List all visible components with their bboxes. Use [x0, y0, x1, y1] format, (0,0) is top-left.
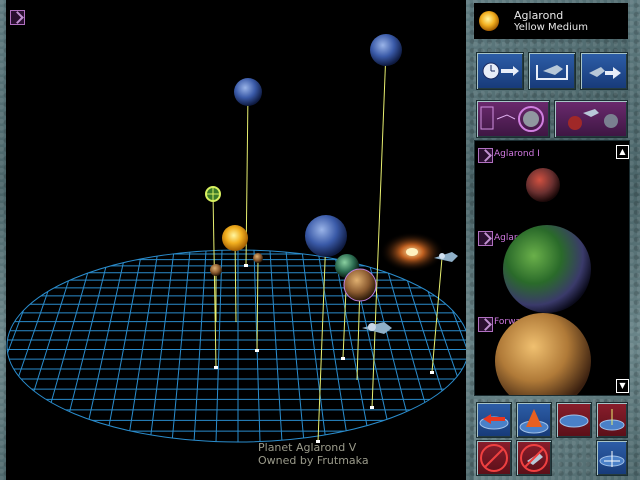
star-aglarond[interactable]	[222, 225, 248, 251]
system-3d-view[interactable]	[6, 0, 466, 480]
grid-line	[269, 250, 283, 442]
center-grid-icon	[599, 451, 625, 467]
grid-line	[171, 250, 191, 442]
frame-right	[630, 0, 640, 480]
coordinate-grid	[7, 250, 466, 442]
grid-axis-button[interactable]	[596, 402, 628, 438]
list-nav-icon-2[interactable]	[478, 231, 493, 246]
grid-line	[7, 250, 63, 442]
center-grid-button[interactable]	[596, 440, 628, 476]
grid-line	[193, 250, 207, 442]
clock-arrow-icon	[482, 62, 519, 80]
grid-line	[215, 250, 223, 442]
planet-blue-large[interactable]	[305, 215, 347, 257]
planet-blue-high[interactable]	[370, 34, 402, 66]
planet-aglarond-v[interactable]	[343, 268, 377, 302]
planet-small-brown[interactable]	[253, 253, 263, 263]
planet-thumb-forward-station[interactable]	[493, 309, 593, 396]
planet-thumb-aglarond-i[interactable]	[525, 167, 561, 203]
hide-fleets-button[interactable]	[516, 440, 552, 476]
galaxy-nebula	[380, 232, 444, 272]
fleet-arrow-icon	[589, 67, 621, 79]
planet-thumb-aglarond-iii[interactable]	[495, 225, 591, 315]
yellow-star-icon	[479, 11, 499, 31]
planet-small-left[interactable]	[210, 264, 222, 276]
grid-view-button[interactable]	[556, 402, 592, 438]
grid-line	[105, 250, 143, 442]
view-menu-icon[interactable]	[10, 10, 25, 25]
no-fleet-icon	[520, 444, 548, 472]
star-name: Aglarond	[514, 9, 564, 22]
system-map	[6, 34, 466, 443]
grid-line	[445, 250, 466, 442]
planet-list[interactable]: Aglarond I Aglarond III Forward Station …	[474, 140, 630, 396]
grid-line	[285, 250, 305, 442]
list-scroll-down-button[interactable]: ▼	[616, 379, 629, 393]
list-item-label[interactable]: Aglarond I	[494, 149, 540, 159]
grid-line	[83, 250, 127, 442]
list-scroll-up-button[interactable]: ▲	[616, 145, 629, 159]
caption-planet: Planet Aglarond V	[258, 441, 357, 454]
tilt-up-icon	[519, 409, 549, 434]
time-advance-button[interactable]	[476, 52, 524, 90]
planet-blue-mid[interactable]	[234, 78, 262, 106]
ship-transfer-button[interactable]	[528, 52, 576, 90]
grid-axis-icon	[599, 409, 625, 431]
hide-routes-button[interactable]	[476, 440, 512, 476]
grid-line	[429, 250, 466, 442]
rotate-left-button[interactable]	[476, 402, 512, 438]
grid-line	[397, 250, 459, 442]
star-route-button[interactable]	[476, 100, 550, 138]
fleet-launch-button[interactable]	[580, 52, 628, 90]
caption-owner: Owned by Frutmaka	[258, 454, 369, 467]
list-nav-icon-3[interactable]	[478, 317, 493, 332]
tilt-up-button[interactable]	[516, 402, 552, 438]
no-route-icon	[480, 444, 508, 472]
star-info-header: Aglarond Yellow Medium	[474, 3, 628, 39]
star-type: Yellow Medium	[514, 22, 588, 33]
fleet-planets-icon	[568, 109, 618, 130]
star-route-icon	[480, 106, 544, 132]
grid-line	[7, 250, 47, 442]
rotate-left-icon	[479, 414, 509, 430]
grid-view-icon	[559, 414, 589, 428]
ship-box-icon	[536, 65, 568, 80]
grid-line	[17, 250, 79, 442]
frame-divider	[466, 0, 474, 480]
list-nav-icon-1[interactable]	[478, 148, 493, 163]
fleet-planets-button[interactable]	[554, 100, 628, 138]
